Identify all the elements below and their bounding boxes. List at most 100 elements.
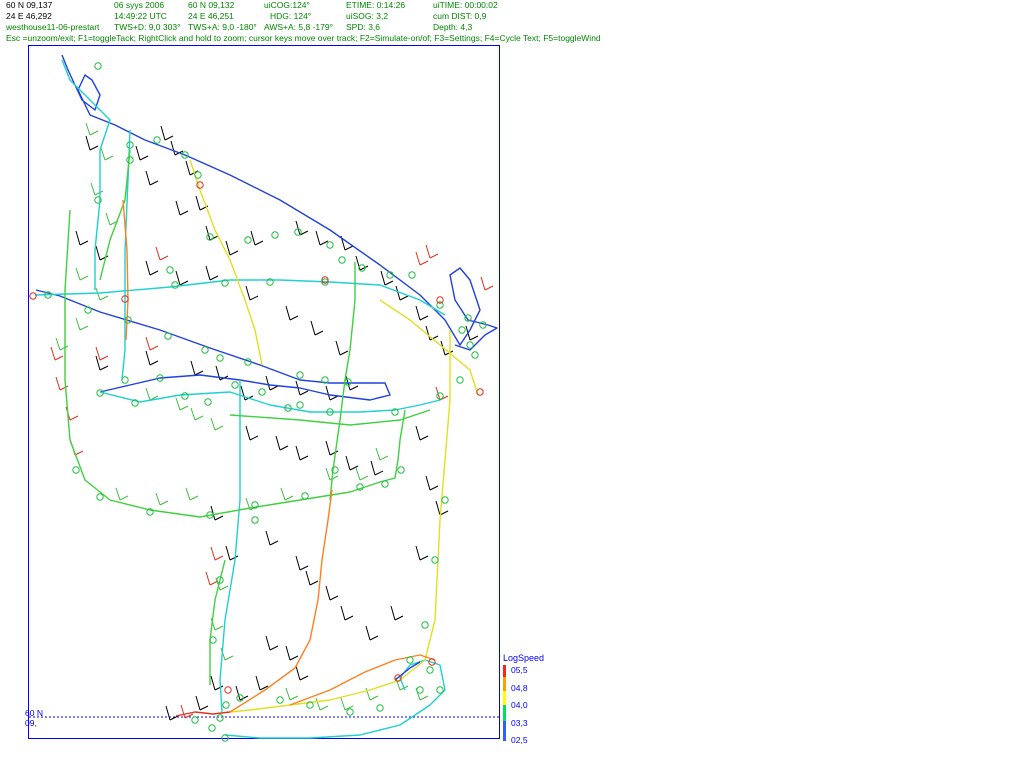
wind-barb [100, 147, 114, 161]
wind-barb [415, 305, 429, 321]
wind-barb [180, 704, 194, 719]
track-segment-13 [229, 330, 451, 713]
track-marker [397, 466, 405, 474]
wind-barb [75, 317, 89, 331]
wind-barb [415, 251, 429, 266]
track-marker [258, 388, 266, 396]
wind-barb [75, 230, 89, 246]
track-marker [181, 392, 189, 400]
wind-barb [95, 355, 109, 371]
legend-label-max: 05,5 [511, 665, 528, 675]
track-marker [209, 636, 217, 644]
wind-barb [195, 695, 209, 711]
wind-barb [55, 337, 69, 351]
wind-barb [375, 447, 389, 461]
track-marker [244, 236, 252, 244]
wind-barb [85, 135, 99, 151]
wind-barb [425, 244, 439, 259]
track-marker [408, 271, 416, 279]
wind-barb [245, 285, 259, 301]
track-marker [153, 136, 161, 144]
wind-barb [190, 360, 204, 376]
wind-barb [205, 265, 219, 281]
wind-barb [285, 687, 299, 701]
legend-label-low: 03,3 [511, 718, 528, 728]
track-marker [231, 381, 239, 389]
grid-min-label: 09, [25, 718, 37, 728]
wind-barb [335, 340, 349, 356]
wind-barb [480, 276, 494, 291]
track-marker [458, 326, 466, 334]
wind-barb [185, 487, 199, 501]
wind-barb [145, 387, 159, 401]
wind-barb [135, 145, 149, 161]
wind-barb [115, 487, 129, 501]
wind-barb [325, 385, 339, 401]
grid-lat-label: 60 N [25, 708, 43, 718]
wind-barb [345, 455, 359, 471]
track-marker [216, 714, 224, 722]
track-marker [222, 701, 230, 709]
wind-barb [175, 200, 189, 216]
wind-barb [265, 530, 279, 546]
wind-barb [265, 635, 279, 651]
wind-barb [175, 397, 189, 411]
track-marker [326, 241, 334, 249]
track-marker [276, 696, 284, 704]
wind-barb [415, 687, 429, 701]
track-marker [221, 734, 229, 742]
wind-barb [295, 445, 309, 461]
track-markers [29, 62, 487, 742]
track-marker [236, 694, 244, 702]
track-segment-6 [219, 380, 241, 713]
track-marker [201, 346, 209, 354]
track-segment-8 [64, 209, 406, 518]
wind-barb [415, 425, 429, 441]
track-marker [456, 376, 464, 384]
wind-barb [145, 260, 159, 276]
track-marker [436, 686, 444, 694]
track-marker [441, 496, 449, 504]
wind-barb [95, 346, 109, 361]
wind-barb [285, 305, 299, 321]
track-marker [164, 332, 172, 340]
track-marker [94, 62, 102, 70]
track-marker [204, 398, 212, 406]
wind-barb [285, 645, 299, 661]
logspeed-color-bar [503, 665, 506, 741]
track-segment-17 [289, 654, 436, 706]
wind-barb [210, 546, 224, 561]
wind-barb [210, 417, 224, 431]
wind-barb [165, 705, 179, 721]
track-marker [208, 724, 216, 732]
wind-barb [145, 350, 159, 366]
wind-barb [145, 170, 159, 186]
track-marker [194, 171, 202, 179]
wind-barb [250, 230, 264, 246]
wind-barb [295, 665, 309, 681]
wind-barb [255, 675, 269, 691]
wind-barb [235, 685, 249, 701]
wind-barb [155, 246, 169, 261]
legend-title: LogSpeed [503, 653, 545, 663]
track-marker [126, 156, 134, 164]
track-marker [96, 493, 104, 501]
track-marker [224, 686, 232, 694]
wind-barb [295, 220, 309, 236]
track-marker [381, 480, 389, 488]
track-marker [296, 371, 304, 379]
wind-barbs [50, 122, 494, 721]
track-marker [471, 351, 479, 359]
wind-barb [415, 545, 429, 561]
track-marker [338, 256, 346, 264]
wind-barb [225, 240, 239, 256]
wind-barb [370, 460, 384, 476]
wind-barb [210, 675, 224, 691]
track-marker [421, 621, 429, 629]
legend-label-mid: 04,0 [511, 700, 528, 710]
track-segment-16 [229, 489, 333, 713]
wind-barb [355, 467, 369, 481]
track-marker [346, 708, 354, 716]
track-marker [436, 392, 444, 400]
wind-barb [340, 235, 354, 251]
